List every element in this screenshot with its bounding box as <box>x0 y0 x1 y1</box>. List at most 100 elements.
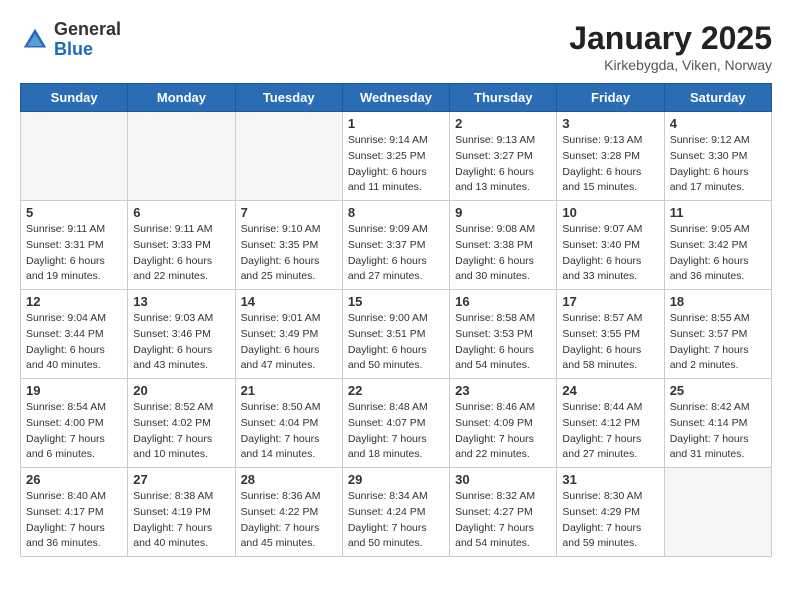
weekday-header-saturday: Saturday <box>664 84 771 112</box>
calendar-cell: 9 Sunrise: 9:08 AM Sunset: 3:38 PM Daylig… <box>450 201 557 290</box>
day-info: Sunrise: 9:09 AM Sunset: 3:37 PM Dayligh… <box>348 222 444 285</box>
day-info: Sunrise: 9:08 AM Sunset: 3:38 PM Dayligh… <box>455 222 551 285</box>
calendar-body: 1 Sunrise: 9:14 AM Sunset: 3:25 PM Daylig… <box>21 112 772 557</box>
day-number: 31 <box>562 472 658 487</box>
day-number: 20 <box>133 383 229 398</box>
calendar-cell: 31 Sunrise: 8:30 AM Sunset: 4:29 PM Dayli… <box>557 468 664 557</box>
day-info: Sunrise: 8:57 AM Sunset: 3:55 PM Dayligh… <box>562 311 658 374</box>
logo: General Blue <box>20 20 121 60</box>
title-block: January 2025 Kirkebygda, Viken, Norway <box>569 20 772 73</box>
calendar-cell: 8 Sunrise: 9:09 AM Sunset: 3:37 PM Daylig… <box>342 201 449 290</box>
page-header: General Blue January 2025 Kirkebygda, Vi… <box>20 20 772 73</box>
day-info: Sunrise: 8:42 AM Sunset: 4:14 PM Dayligh… <box>670 400 766 463</box>
day-number: 4 <box>670 116 766 131</box>
calendar-cell: 30 Sunrise: 8:32 AM Sunset: 4:27 PM Dayli… <box>450 468 557 557</box>
day-number: 5 <box>26 205 122 220</box>
calendar-cell: 19 Sunrise: 8:54 AM Sunset: 4:00 PM Dayli… <box>21 379 128 468</box>
day-number: 29 <box>348 472 444 487</box>
calendar-cell: 14Sunrise: 9:01 AM Sunset: 3:49 PM Dayli… <box>235 290 342 379</box>
weekday-header-sunday: Sunday <box>21 84 128 112</box>
day-info: Sunrise: 9:07 AM Sunset: 3:40 PM Dayligh… <box>562 222 658 285</box>
day-number: 21 <box>241 383 337 398</box>
day-info: Sunrise: 8:58 AM Sunset: 3:53 PM Dayligh… <box>455 311 551 374</box>
day-number: 17 <box>562 294 658 309</box>
calendar-cell: 11 Sunrise: 9:05 AM Sunset: 3:42 PM Dayli… <box>664 201 771 290</box>
weekday-header-tuesday: Tuesday <box>235 84 342 112</box>
calendar-cell: 18Sunrise: 8:55 AM Sunset: 3:57 PM Dayli… <box>664 290 771 379</box>
calendar-cell: 21 Sunrise: 8:50 AM Sunset: 4:04 PM Dayli… <box>235 379 342 468</box>
calendar-cell: 3 Sunrise: 9:13 AM Sunset: 3:28 PM Daylig… <box>557 112 664 201</box>
calendar-cell: 2 Sunrise: 9:13 AM Sunset: 3:27 PM Daylig… <box>450 112 557 201</box>
calendar-cell <box>21 112 128 201</box>
calendar-cell: 5Sunrise: 9:11 AM Sunset: 3:31 PM Daylig… <box>21 201 128 290</box>
day-info: Sunrise: 9:12 AM Sunset: 3:30 PM Dayligh… <box>670 133 766 196</box>
day-info: Sunrise: 9:10 AM Sunset: 3:35 PM Dayligh… <box>241 222 337 285</box>
calendar-cell: 17 Sunrise: 8:57 AM Sunset: 3:55 PM Dayli… <box>557 290 664 379</box>
calendar-cell: 6Sunrise: 9:11 AM Sunset: 3:33 PM Daylig… <box>128 201 235 290</box>
day-number: 3 <box>562 116 658 131</box>
weekday-header-monday: Monday <box>128 84 235 112</box>
day-number: 13 <box>133 294 229 309</box>
day-info: Sunrise: 9:13 AM Sunset: 3:28 PM Dayligh… <box>562 133 658 196</box>
calendar-cell: 4 Sunrise: 9:12 AM Sunset: 3:30 PM Daylig… <box>664 112 771 201</box>
day-info: Sunrise: 8:30 AM Sunset: 4:29 PM Dayligh… <box>562 489 658 552</box>
calendar-cell <box>235 112 342 201</box>
day-info: Sunrise: 8:54 AM Sunset: 4:00 PM Dayligh… <box>26 400 122 463</box>
week-row-3: 12 Sunrise: 9:04 AM Sunset: 3:44 PM Dayli… <box>21 290 772 379</box>
calendar-cell: 24Sunrise: 8:44 AM Sunset: 4:12 PM Dayli… <box>557 379 664 468</box>
day-number: 12 <box>26 294 122 309</box>
day-number: 1 <box>348 116 444 131</box>
calendar-header: SundayMondayTuesdayWednesdayThursdayFrid… <box>21 84 772 112</box>
day-number: 7 <box>241 205 337 220</box>
day-info: Sunrise: 9:14 AM Sunset: 3:25 PM Dayligh… <box>348 133 444 196</box>
calendar-table: SundayMondayTuesdayWednesdayThursdayFrid… <box>20 83 772 557</box>
day-info: Sunrise: 9:05 AM Sunset: 3:42 PM Dayligh… <box>670 222 766 285</box>
week-row-4: 19 Sunrise: 8:54 AM Sunset: 4:00 PM Dayli… <box>21 379 772 468</box>
calendar-cell: 23 Sunrise: 8:46 AM Sunset: 4:09 PM Dayli… <box>450 379 557 468</box>
day-number: 2 <box>455 116 551 131</box>
day-number: 10 <box>562 205 658 220</box>
day-number: 9 <box>455 205 551 220</box>
day-number: 11 <box>670 205 766 220</box>
day-info: Sunrise: 8:48 AM Sunset: 4:07 PM Dayligh… <box>348 400 444 463</box>
calendar-cell: 26Sunrise: 8:40 AM Sunset: 4:17 PM Dayli… <box>21 468 128 557</box>
day-info: Sunrise: 8:36 AM Sunset: 4:22 PM Dayligh… <box>241 489 337 552</box>
weekday-header-wednesday: Wednesday <box>342 84 449 112</box>
day-info: Sunrise: 9:04 AM Sunset: 3:44 PM Dayligh… <box>26 311 122 374</box>
calendar-cell: 15Sunrise: 9:00 AM Sunset: 3:51 PM Dayli… <box>342 290 449 379</box>
logo-general: General <box>54 20 121 40</box>
day-number: 8 <box>348 205 444 220</box>
day-info: Sunrise: 9:11 AM Sunset: 3:33 PM Dayligh… <box>133 222 229 285</box>
day-number: 28 <box>241 472 337 487</box>
day-info: Sunrise: 8:34 AM Sunset: 4:24 PM Dayligh… <box>348 489 444 552</box>
week-row-1: 1 Sunrise: 9:14 AM Sunset: 3:25 PM Daylig… <box>21 112 772 201</box>
day-number: 25 <box>670 383 766 398</box>
week-row-2: 5Sunrise: 9:11 AM Sunset: 3:31 PM Daylig… <box>21 201 772 290</box>
calendar-cell: 16 Sunrise: 8:58 AM Sunset: 3:53 PM Dayli… <box>450 290 557 379</box>
day-info: Sunrise: 9:13 AM Sunset: 3:27 PM Dayligh… <box>455 133 551 196</box>
calendar-cell: 28 Sunrise: 8:36 AM Sunset: 4:22 PM Dayli… <box>235 468 342 557</box>
weekday-row: SundayMondayTuesdayWednesdayThursdayFrid… <box>21 84 772 112</box>
logo-text: General Blue <box>54 20 121 60</box>
day-number: 27 <box>133 472 229 487</box>
calendar-cell: 12 Sunrise: 9:04 AM Sunset: 3:44 PM Dayli… <box>21 290 128 379</box>
day-info: Sunrise: 9:03 AM Sunset: 3:46 PM Dayligh… <box>133 311 229 374</box>
day-info: Sunrise: 9:01 AM Sunset: 3:49 PM Dayligh… <box>241 311 337 374</box>
day-info: Sunrise: 8:50 AM Sunset: 4:04 PM Dayligh… <box>241 400 337 463</box>
day-number: 23 <box>455 383 551 398</box>
day-info: Sunrise: 8:52 AM Sunset: 4:02 PM Dayligh… <box>133 400 229 463</box>
day-number: 16 <box>455 294 551 309</box>
day-number: 24 <box>562 383 658 398</box>
calendar-cell: 20 Sunrise: 8:52 AM Sunset: 4:02 PM Dayli… <box>128 379 235 468</box>
calendar-cell: 22Sunrise: 8:48 AM Sunset: 4:07 PM Dayli… <box>342 379 449 468</box>
day-info: Sunrise: 9:00 AM Sunset: 3:51 PM Dayligh… <box>348 311 444 374</box>
weekday-header-thursday: Thursday <box>450 84 557 112</box>
day-number: 30 <box>455 472 551 487</box>
day-info: Sunrise: 8:46 AM Sunset: 4:09 PM Dayligh… <box>455 400 551 463</box>
day-info: Sunrise: 8:32 AM Sunset: 4:27 PM Dayligh… <box>455 489 551 552</box>
logo-icon <box>20 25 50 55</box>
day-number: 19 <box>26 383 122 398</box>
day-info: Sunrise: 8:40 AM Sunset: 4:17 PM Dayligh… <box>26 489 122 552</box>
calendar-cell: 25 Sunrise: 8:42 AM Sunset: 4:14 PM Dayli… <box>664 379 771 468</box>
logo-blue: Blue <box>54 40 121 60</box>
